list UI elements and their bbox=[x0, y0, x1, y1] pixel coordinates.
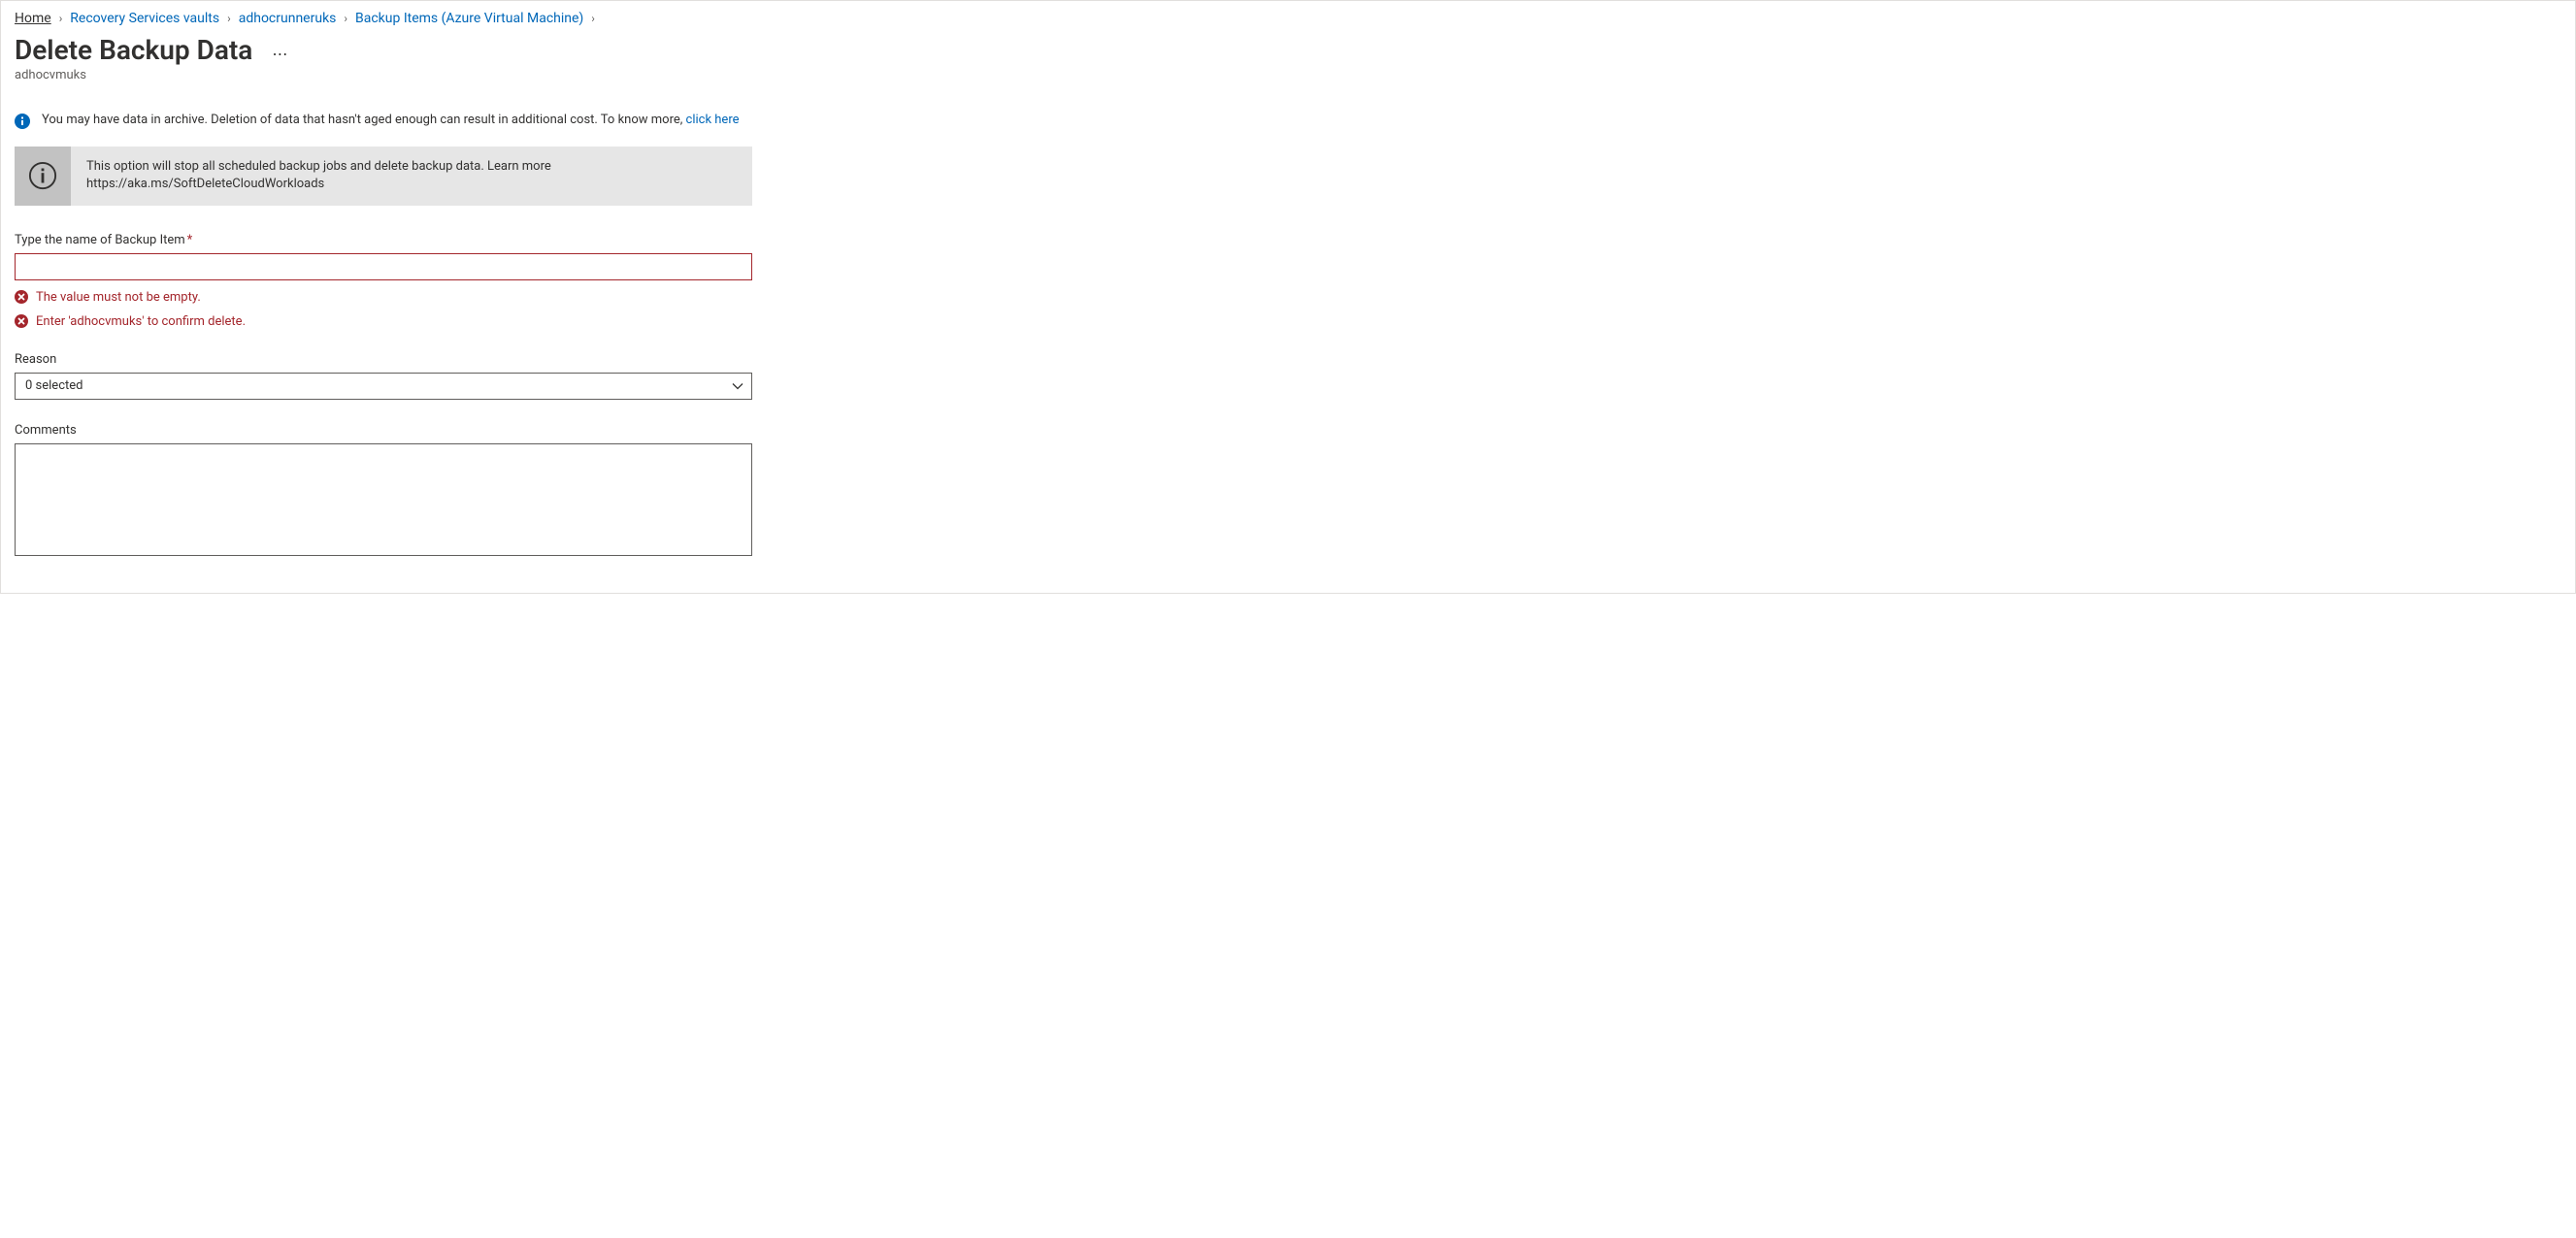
page-subtitle: adhocvmuks bbox=[15, 68, 2561, 82]
breadcrumb: Home › Recovery Services vaults › adhocr… bbox=[15, 11, 2561, 26]
required-indicator: * bbox=[187, 233, 193, 247]
stop-backup-warning-text: This option will stop all scheduled back… bbox=[71, 147, 567, 205]
chevron-right-icon: › bbox=[227, 12, 231, 25]
breadcrumb-recovery-services-vaults[interactable]: Recovery Services vaults bbox=[70, 11, 219, 26]
validation-error-empty: The value must not be empty. bbox=[15, 290, 752, 305]
chevron-right-icon: › bbox=[344, 12, 347, 25]
error-icon bbox=[15, 290, 28, 304]
info-outline-icon bbox=[28, 161, 57, 190]
breadcrumb-backup-items[interactable]: Backup Items (Azure Virtual Machine) bbox=[355, 11, 583, 26]
info-icon bbox=[15, 114, 30, 129]
backup-item-name-label: Type the name of Backup Item* bbox=[15, 233, 752, 247]
page-title: Delete Backup Data bbox=[15, 34, 252, 66]
breadcrumb-home[interactable]: Home bbox=[15, 11, 51, 26]
banner-icon-box bbox=[15, 147, 71, 205]
error-icon bbox=[15, 314, 28, 328]
reason-dropdown[interactable]: 0 selected bbox=[15, 373, 752, 400]
stop-backup-warning-banner: This option will stop all scheduled back… bbox=[15, 147, 752, 205]
more-actions-button[interactable]: ⋯ bbox=[268, 43, 292, 66]
chevron-right-icon: › bbox=[591, 12, 595, 25]
breadcrumb-adhocrunneruks[interactable]: adhocrunneruks bbox=[239, 11, 337, 26]
archive-cost-info-text: You may have data in archive. Deletion o… bbox=[42, 112, 740, 129]
reason-label: Reason bbox=[15, 352, 752, 367]
backup-item-name-input[interactable] bbox=[15, 253, 752, 280]
click-here-link[interactable]: click here bbox=[686, 113, 740, 127]
validation-error-confirm: Enter 'adhocvmuks' to confirm delete. bbox=[15, 314, 752, 329]
comments-textarea[interactable] bbox=[15, 443, 752, 556]
archive-cost-info-banner: You may have data in archive. Deletion o… bbox=[15, 112, 752, 129]
comments-label: Comments bbox=[15, 423, 752, 438]
chevron-right-icon: › bbox=[59, 12, 63, 25]
